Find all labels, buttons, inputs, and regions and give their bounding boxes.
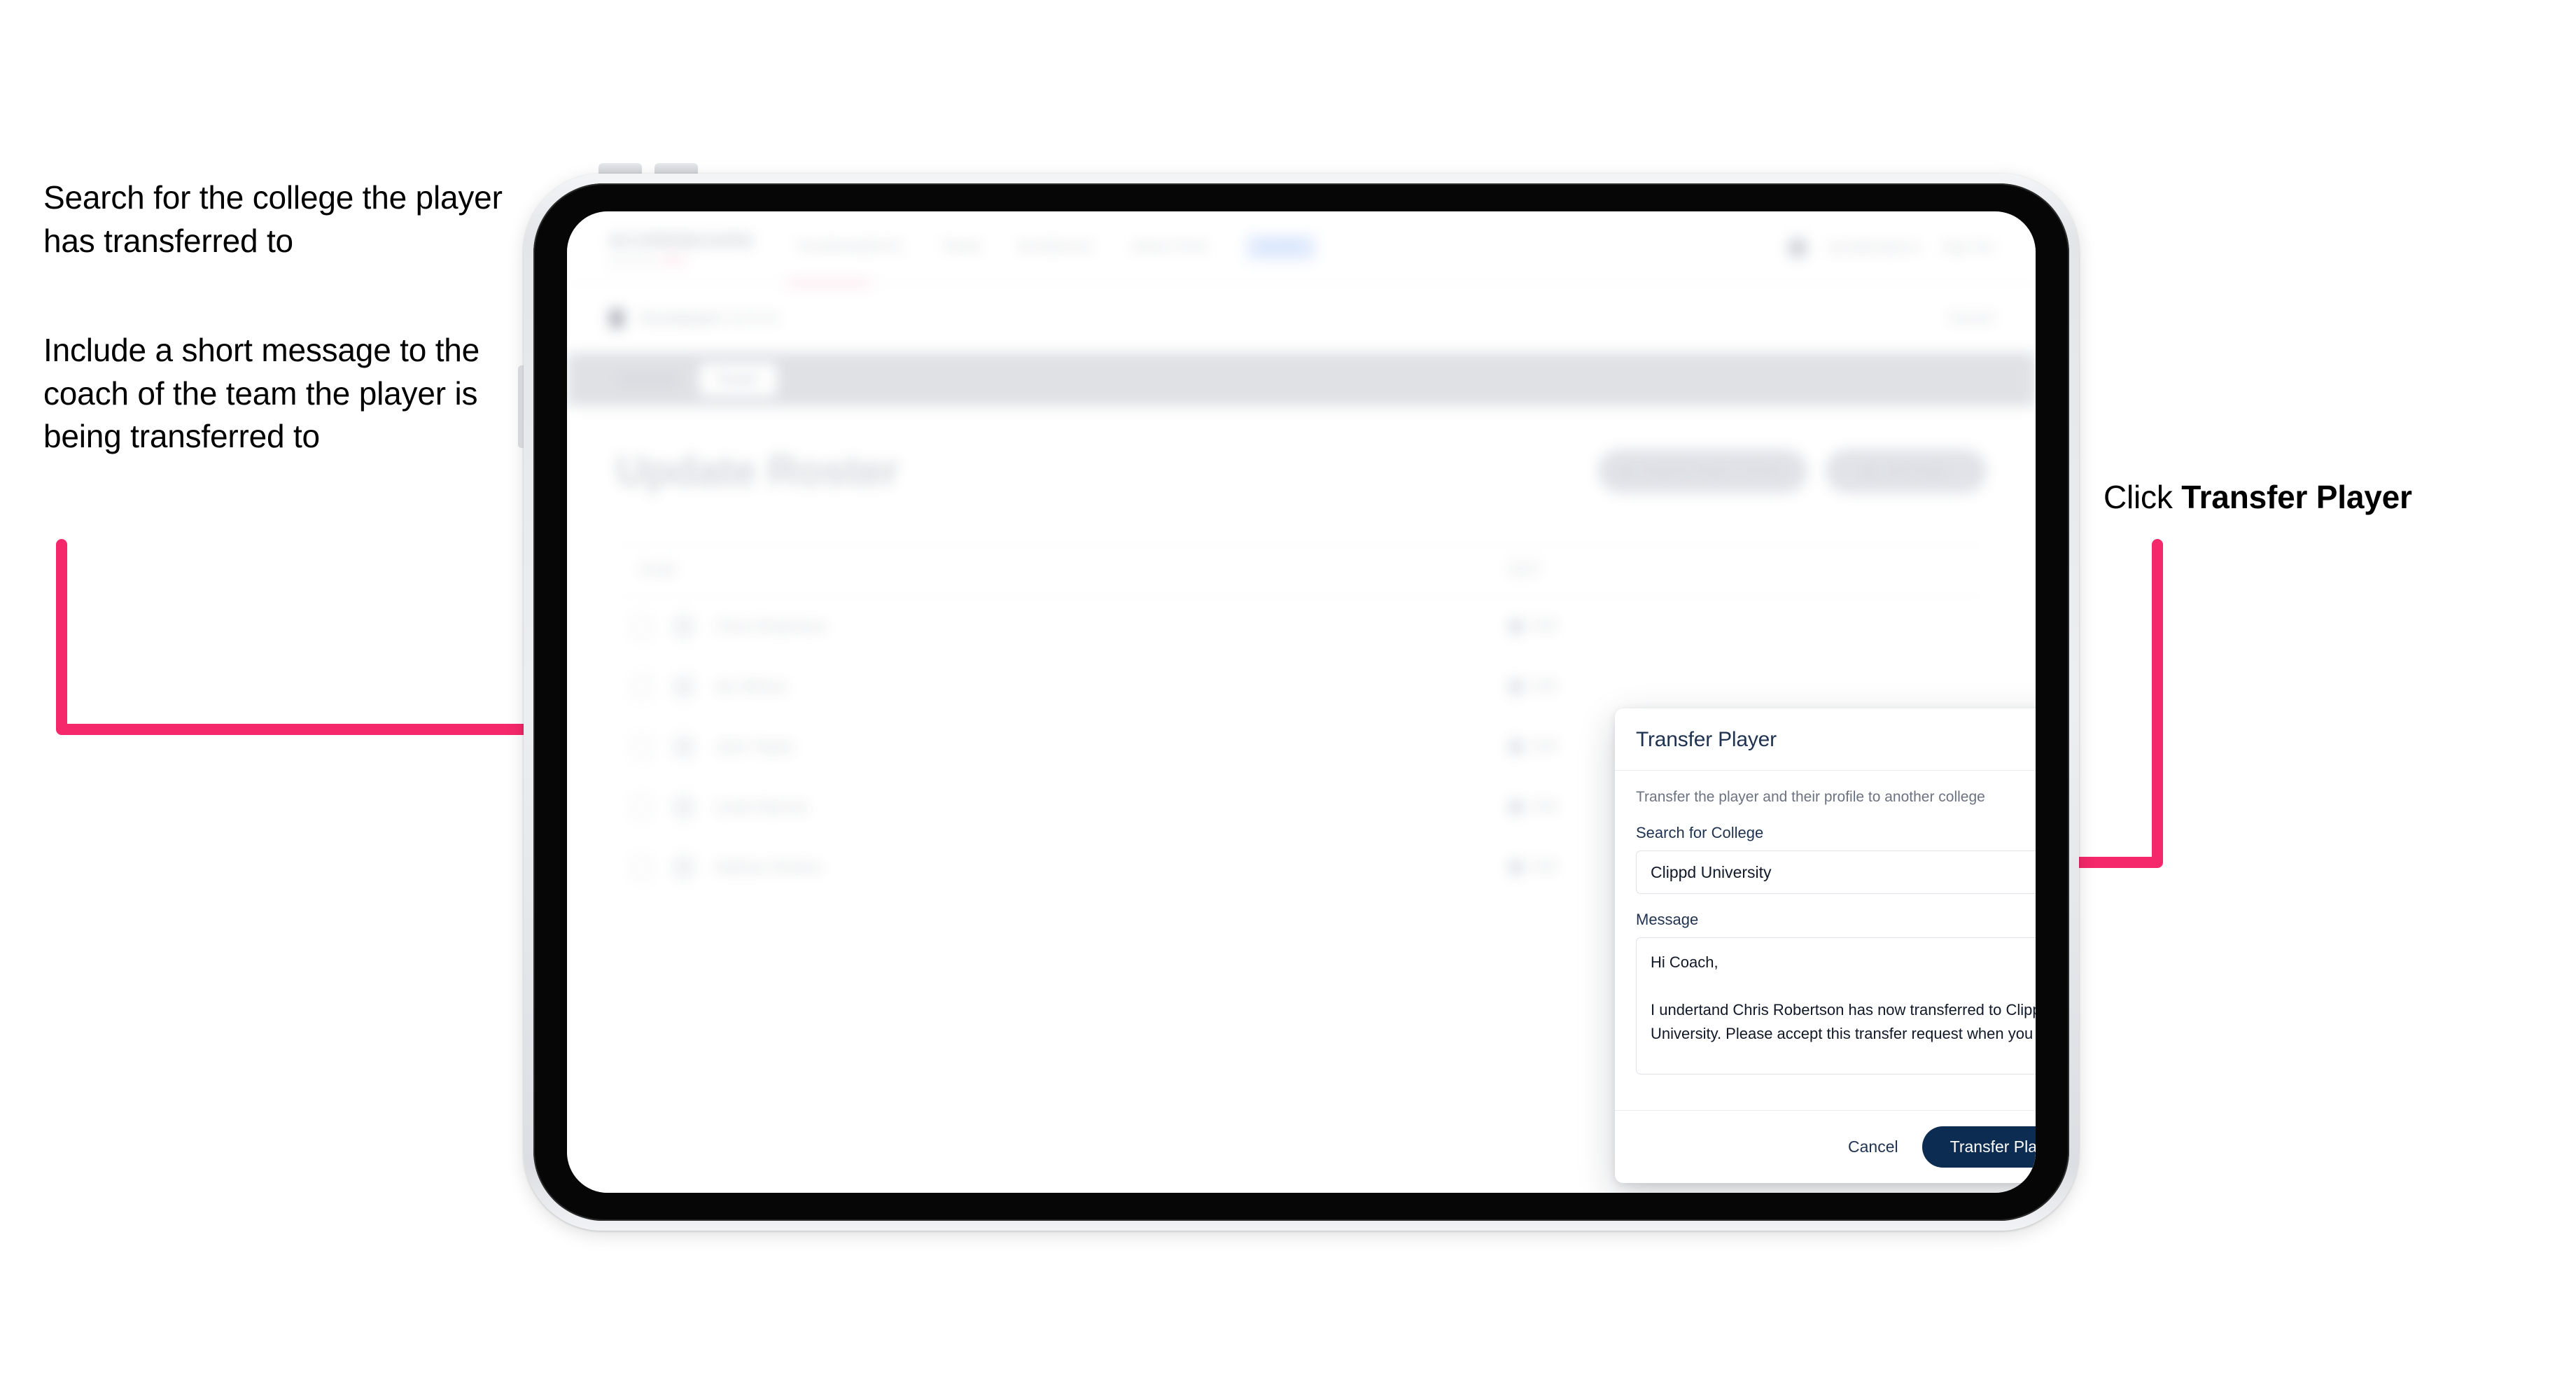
nav-user-email[interactable]: jared@clippd.io [1829,240,1921,255]
row-checkbox[interactable] [631,736,652,757]
add-player-button[interactable]: Add Player [1826,449,1987,493]
message-field-group: Message [1636,911,2036,1078]
nav-item-analytics[interactable]: ANALYTICS [1132,239,1209,255]
breadcrumb: Scoreboard 2024/25 [640,309,780,327]
app-page-actions: Request Player Transfer Add Player [1598,449,1987,493]
modal-header: Transfer Player [1615,708,2036,771]
app-logo[interactable]: SCOREBOARD powered by clippd [609,230,753,265]
app-logo-subtitle: powered by clippd [609,254,686,265]
transfer-icon [1620,465,1632,477]
annotation-left-include-message: Include a short message to the coach of … [43,332,480,455]
roster-table-header: Email EDIT [616,545,1987,596]
pencil-icon [1506,736,1526,757]
search-college-field-group: Search for College [1636,824,2036,894]
scoreboard-icon [609,308,624,328]
tablet-bezel: SCOREBOARD powered by clippd TOURNAMENTS… [533,183,2069,1221]
annotation-right-prefix: Click [2104,479,2182,515]
annotation-right-bold: Transfer Player [2181,479,2412,515]
modal-footer: Cancel Transfer Player [1615,1110,2036,1183]
volume-up-button[interactable] [598,163,642,174]
message-textarea[interactable] [1636,937,2036,1074]
edit-link[interactable]: Edit [1533,859,1557,875]
edit-link[interactable]: Edit [1533,738,1557,755]
row-checkbox[interactable] [631,676,652,697]
message-label: Message [1636,911,1699,928]
subnav-cancel-link[interactable]: Cancel [1948,310,1994,327]
tablet-device-frame: SCOREBOARD powered by clippd TOURNAMENTS… [524,174,2079,1231]
app-top-navbar: SCOREBOARD powered by clippd TOURNAMENTS… [567,211,2036,285]
avatar [672,734,696,759]
player-name: Chris Robertson [715,617,827,635]
edit-link[interactable]: Edit [1533,799,1557,815]
annotation-right-click-transfer: Click Transfer Player [2104,476,2412,519]
request-player-transfer-button[interactable]: Request Player Transfer [1598,449,1807,493]
plus-icon [1863,465,1875,477]
pencil-icon [1506,676,1526,696]
search-college-input[interactable] [1636,850,2036,894]
volume-down-button[interactable] [654,163,698,174]
sign-out-link[interactable]: Sign Out [1942,240,1994,255]
modal-title: Transfer Player [1636,728,1777,751]
player-name: John Taylor [715,737,794,755]
tab-roster[interactable]: Roster [699,363,778,396]
edit-link[interactable]: Edit [1533,678,1557,694]
row-checkbox[interactable] [631,796,652,818]
avatar[interactable] [1786,237,1808,258]
player-name: Nathan Holmes [715,858,822,876]
modal-subtitle: Transfer the player and their profile to… [1636,789,1985,805]
table-row[interactable]: Chris Robertson Edit [616,596,1987,657]
column-header-email: Email [640,562,676,578]
app-tab-strip: Overview Roster [567,353,2036,406]
nav-item-tournaments[interactable]: TOURNAMENTS [795,239,903,255]
nav-item-team[interactable]: TEAM [941,239,980,255]
tab-overview[interactable]: Overview [601,363,695,396]
tablet-screen: SCOREBOARD powered by clippd TOURNAMENTS… [567,211,2036,1193]
avatar [672,855,696,879]
search-college-label: Search for College [1636,824,1764,841]
cancel-button[interactable]: Cancel [1844,1130,1903,1163]
transfer-player-modal: Transfer Player Transfer the player and … [1615,708,2036,1183]
row-checkbox[interactable] [631,856,652,878]
app-nav-items: TOURNAMENTS TEAM SCHEDULE ANALYTICS MORE [795,234,1317,260]
avatar [672,794,696,819]
avatar [672,614,696,638]
annotated-screenshot-stage: Search for the college the player has tr… [0,0,2576,1386]
edit-link[interactable]: Edit [1533,618,1557,634]
player-name: Ian Wilson [715,677,788,695]
pencil-icon [1506,616,1526,636]
avatar [672,674,696,699]
pencil-icon [1506,857,1526,877]
player-name: Lewis Barnes [715,797,808,816]
transfer-player-button[interactable]: Transfer Player [1921,1126,2036,1168]
pencil-icon [1506,797,1526,817]
annotation-left-search-college: Search for the college the player has tr… [43,179,503,259]
modal-body: Transfer the player and their profile to… [1615,771,2036,1110]
nav-item-more[interactable]: MORE [1246,234,1317,260]
app-nav-right-group: jared@clippd.io Sign Out [1786,237,1994,258]
app-subnav: Scoreboard 2024/25 Cancel [567,284,2036,353]
nav-active-underline [787,281,871,285]
nav-item-schedule[interactable]: SCHEDULE [1018,239,1094,255]
row-checkbox[interactable] [631,615,652,637]
column-header-edit: EDIT [1508,562,1541,578]
